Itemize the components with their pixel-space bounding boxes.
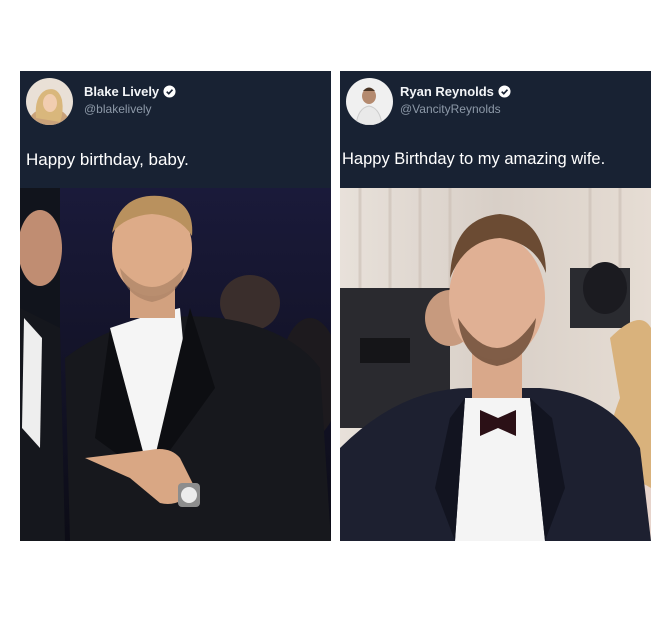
tweet-text: Happy birthday, baby.	[26, 150, 189, 169]
display-name-text[interactable]: Ryan Reynolds	[400, 84, 494, 99]
tweet-text: Happy Birthday to my amazing wife.	[342, 150, 606, 168]
user-handle[interactable]: @blakelively	[84, 102, 152, 116]
tweet-card-blake: Blake Lively @blakelively Happy birthday…	[20, 71, 331, 541]
tweet-header: Blake Lively @blakelively Happy birthday…	[20, 71, 331, 188]
display-name[interactable]: Ryan Reynolds	[400, 84, 511, 99]
tweet-card-ryan: Ryan Reynolds @VancityReynolds Happy Bir…	[340, 71, 651, 541]
display-name[interactable]: Blake Lively	[84, 84, 176, 99]
verified-badge-icon	[163, 85, 176, 98]
user-handle[interactable]: @VancityReynolds	[400, 102, 501, 116]
tweet-photo[interactable]	[20, 188, 331, 541]
tweet-photo[interactable]	[340, 188, 651, 541]
tweet-header: Ryan Reynolds @VancityReynolds Happy Bir…	[340, 71, 651, 188]
verified-badge-icon	[498, 85, 511, 98]
avatar[interactable]	[26, 78, 73, 125]
avatar[interactable]	[346, 78, 393, 125]
display-name-text[interactable]: Blake Lively	[84, 84, 159, 99]
